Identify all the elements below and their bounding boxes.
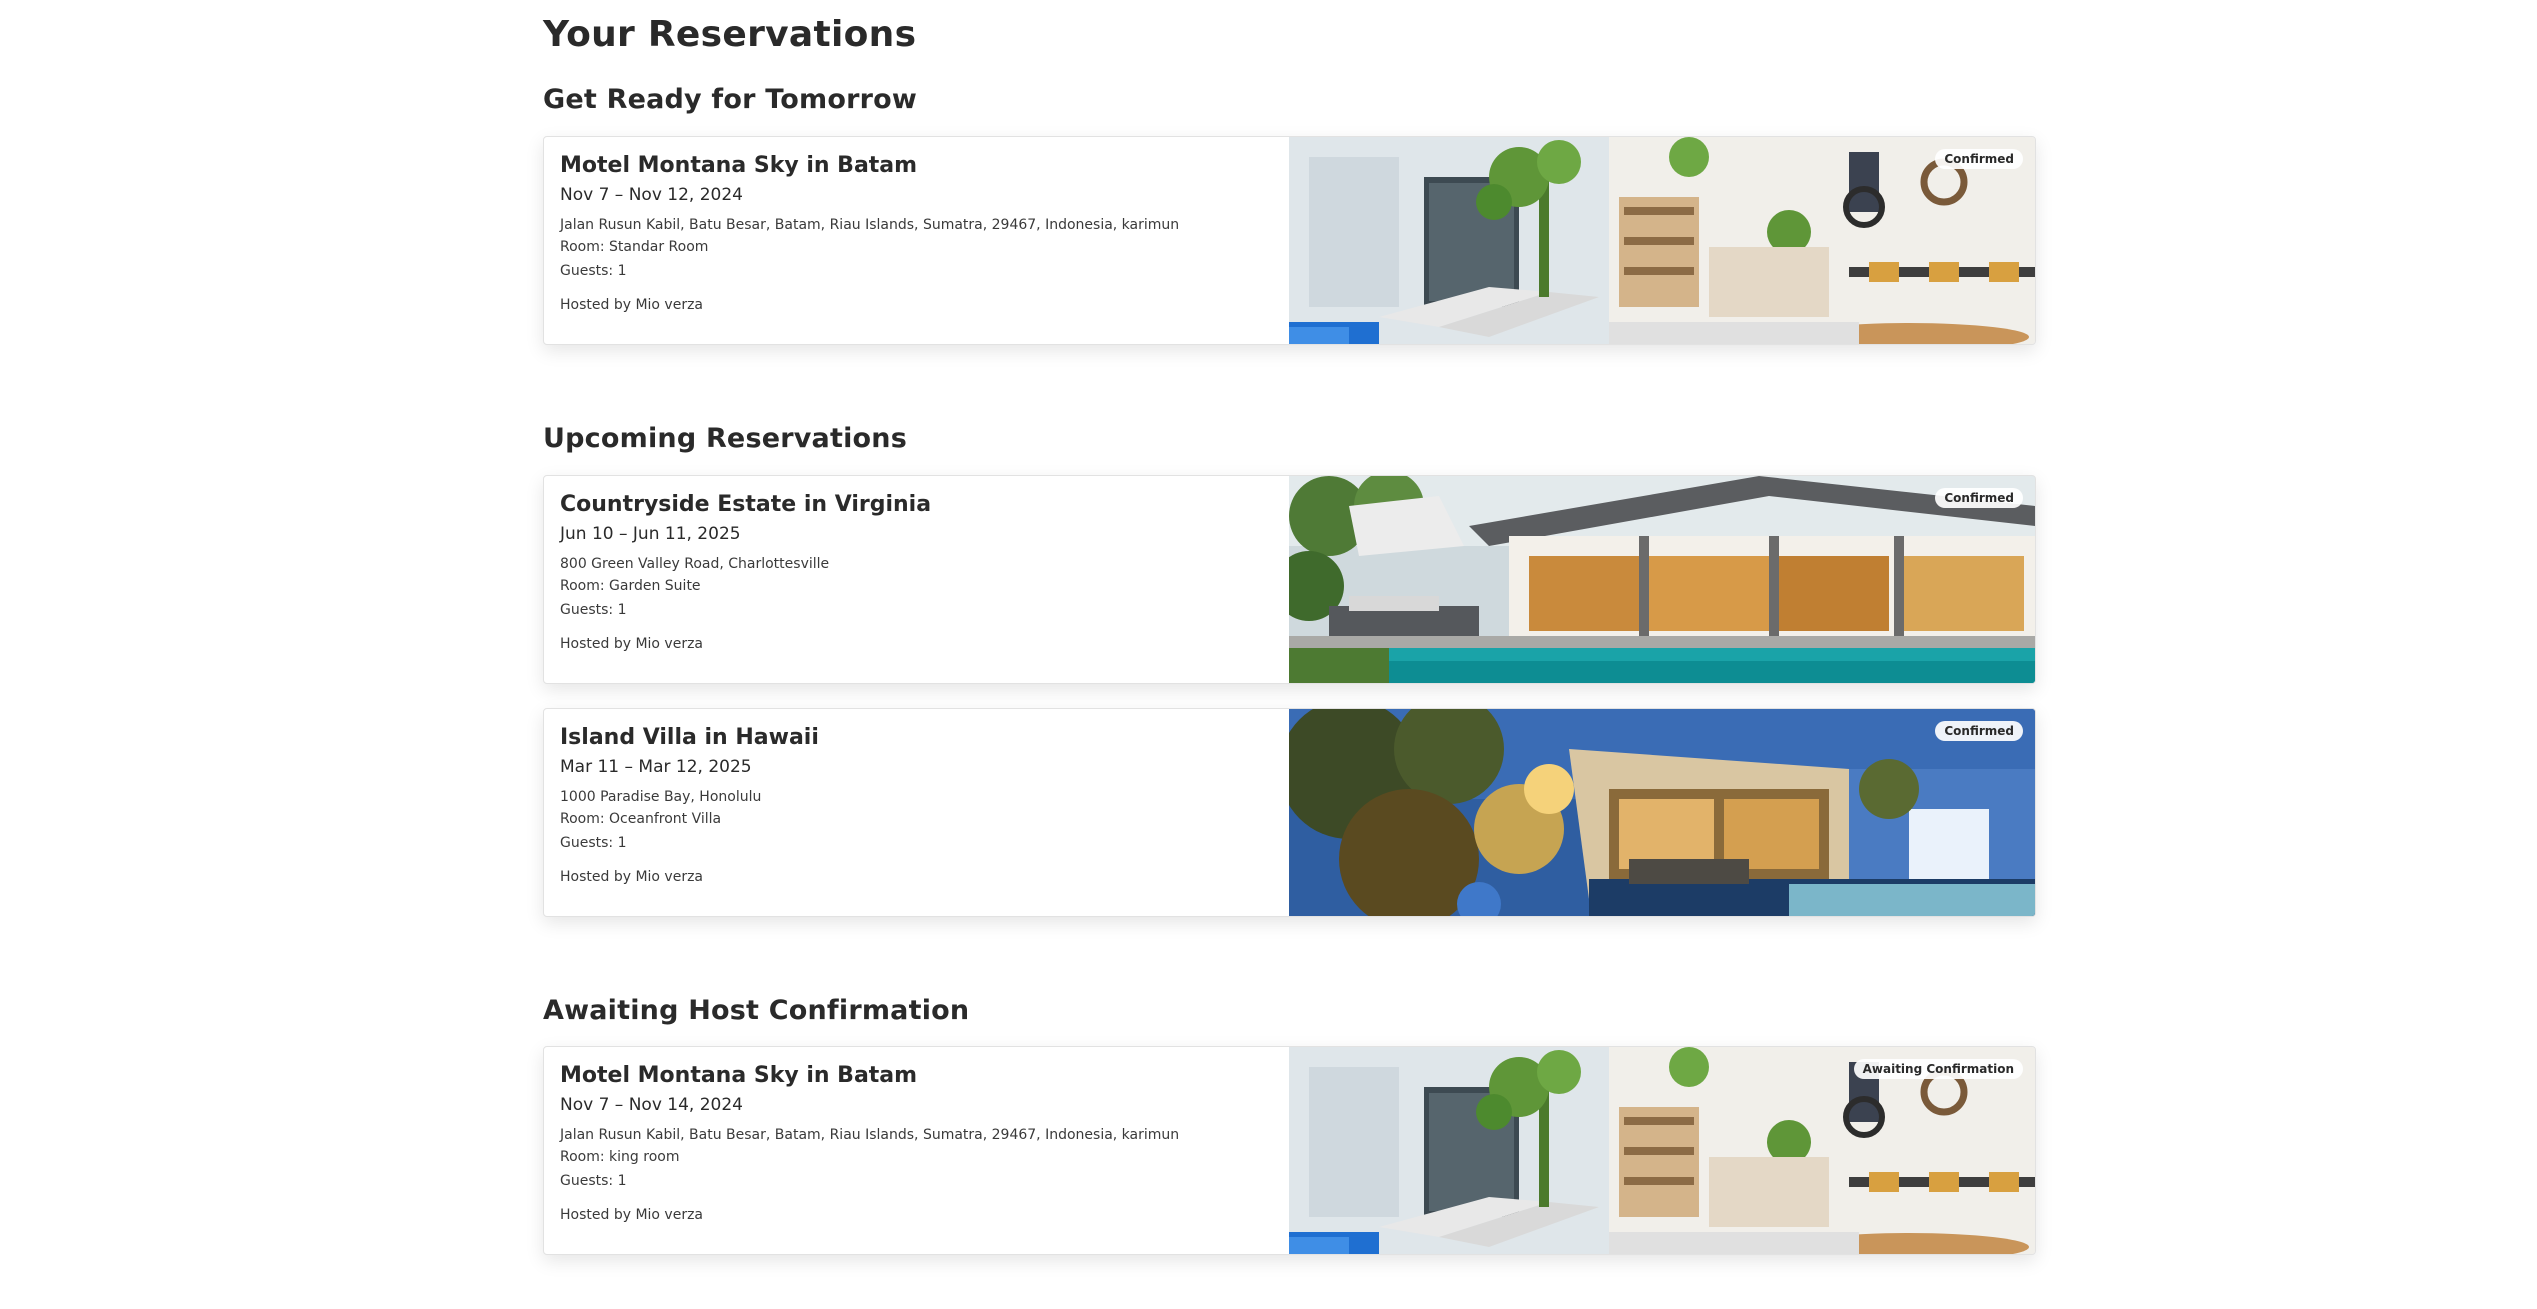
property-photo: Confirmed bbox=[1289, 709, 2035, 916]
guest-count: Guests: 1 bbox=[560, 1173, 627, 1189]
property-address: 1000 Paradise Bay, Honolulu bbox=[560, 789, 762, 805]
room-type: Room: Standar Room bbox=[560, 239, 709, 255]
property-name: Island Villa in Hawaii bbox=[560, 725, 819, 750]
reservation-details: Island Villa in Hawaii Mar 11 – Mar 12, … bbox=[560, 723, 1280, 887]
property-photo: Confirmed bbox=[1289, 137, 2035, 344]
reservation-card[interactable]: Motel Montana Sky in Batam Nov 7 – Nov 1… bbox=[543, 1046, 2036, 1255]
property-photo: Confirmed bbox=[1289, 476, 2035, 683]
reservation-details: Countryside Estate in Virginia Jun 10 – … bbox=[560, 490, 1280, 654]
status-badge: Awaiting Confirmation bbox=[1853, 1059, 2023, 1079]
reservation-card[interactable]: Motel Montana Sky in Batam Nov 7 – Nov 1… bbox=[543, 136, 2036, 345]
reservation-details: Motel Montana Sky in Batam Nov 7 – Nov 1… bbox=[560, 151, 1280, 315]
property-name: Countryside Estate in Virginia bbox=[560, 492, 932, 517]
room-type: Room: Garden Suite bbox=[560, 578, 701, 594]
host-name: Hosted by Mio verza bbox=[560, 636, 704, 652]
room-type: Room: Oceanfront Villa bbox=[560, 811, 722, 827]
guest-count: Guests: 1 bbox=[560, 602, 627, 618]
stay-dates: Jun 10 – Jun 11, 2025 bbox=[560, 524, 741, 544]
status-badge: Confirmed bbox=[1935, 488, 2023, 508]
reservation-card[interactable]: Countryside Estate in Virginia Jun 10 – … bbox=[543, 475, 2036, 684]
guest-count: Guests: 1 bbox=[560, 263, 627, 279]
stay-dates: Nov 7 – Nov 12, 2024 bbox=[560, 185, 743, 205]
status-badge: Confirmed bbox=[1935, 721, 2023, 741]
host-name: Hosted by Mio verza bbox=[560, 297, 704, 313]
reservation-details: Motel Montana Sky in Batam Nov 7 – Nov 1… bbox=[560, 1061, 1280, 1225]
property-name: Motel Montana Sky in Batam bbox=[560, 153, 918, 178]
host-name: Hosted by Mio verza bbox=[560, 869, 704, 885]
property-photo: Awaiting Confirmation bbox=[1289, 1047, 2035, 1254]
property-address: Jalan Rusun Kabil, Batu Besar, Batam, Ri… bbox=[560, 1127, 1180, 1143]
page-title: Your Reservations bbox=[543, 14, 917, 55]
property-address: 800 Green Valley Road, Charlottesville bbox=[560, 556, 830, 572]
section-title-upcoming: Upcoming Reservations bbox=[543, 423, 907, 454]
stay-dates: Mar 11 – Mar 12, 2025 bbox=[560, 757, 752, 777]
section-title-awaiting: Awaiting Host Confirmation bbox=[543, 995, 970, 1026]
property-address: Jalan Rusun Kabil, Batu Besar, Batam, Ri… bbox=[560, 217, 1180, 233]
stay-dates: Nov 7 – Nov 14, 2024 bbox=[560, 1095, 743, 1115]
room-type: Room: king room bbox=[560, 1149, 680, 1165]
property-name: Motel Montana Sky in Batam bbox=[560, 1063, 918, 1088]
status-badge: Confirmed bbox=[1935, 149, 2023, 169]
section-title-tomorrow: Get Ready for Tomorrow bbox=[543, 84, 918, 115]
host-name: Hosted by Mio verza bbox=[560, 1207, 704, 1223]
guest-count: Guests: 1 bbox=[560, 835, 627, 851]
reservation-card[interactable]: Island Villa in Hawaii Mar 11 – Mar 12, … bbox=[543, 708, 2036, 917]
